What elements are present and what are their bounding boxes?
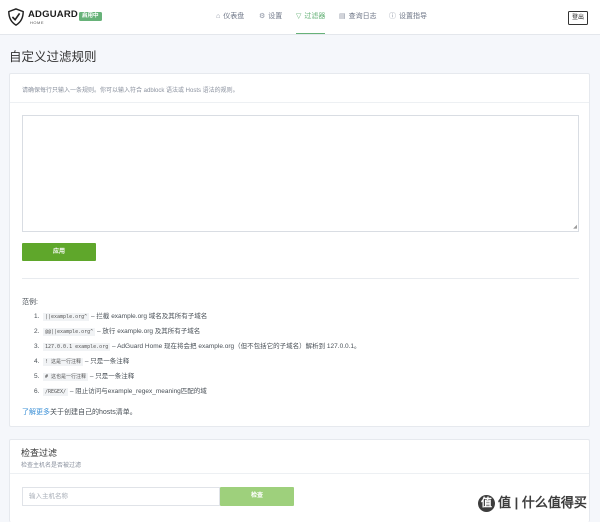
example-text: – AdGuard Home 现在将会把 example.org（但不包括它的子… [110,343,361,350]
example-number: 3. [34,343,40,350]
example-text: – 拦截 example.org 域名及其所有子域名 [89,313,208,320]
example-text: – 只是一条注释 [83,358,130,365]
nav-filters[interactable]: ▽ 过滤器 [296,0,326,34]
hostname-input[interactable]: 输入主机名称 [22,487,220,506]
example-item: 6./REGEX/ – 阻止访问与example_regex_meaning匹配… [34,388,207,396]
example-code: ||example.org^ [43,313,90,321]
example-code: ! 这是一行注释 [43,358,84,366]
example-item: 3. 127.0.0.1 example.org – AdGuard Home 现… [34,343,361,351]
check-button[interactable]: 检查 [220,487,294,506]
nav-setup-guide[interactable]: ⓘ 设置指导 [389,0,427,34]
example-text: – 阻止访问与example_regex_meaning匹配的域 [68,388,207,395]
nav-query-log[interactable]: ▤ 查询日志 [339,0,377,34]
learn-more-link[interactable]: 了解更多 [22,409,50,416]
example-item: 4.! 这是一行注释 – 只是一条注释 [34,358,129,366]
home-icon: ⌂ [216,13,221,20]
learn-more-line: 了解更多关于创建自己的hosts清单。 [22,407,137,417]
example-number: 5. [34,373,40,380]
check-card-subtitle: 检查主机名是否被过滤 [21,463,82,469]
status-badge: 启用中 [79,12,102,21]
adguard-shield-icon [8,8,24,26]
brand-subtitle: HOME [30,20,44,25]
watermark-text: 值 | 什么值得买 [498,495,587,510]
nav-settings-label: 设置 [268,13,283,20]
brand-name: ADGUARD [28,9,78,20]
nav-query-log-label: 查询日志 [348,13,377,20]
example-text: – 只是一条注释 [88,373,135,380]
rules-description: 请确保每行只输入一条规则。你可以输入符合 adblock 语法或 Hosts 语… [22,88,239,94]
example-item: 2. @@||example.org^ – 放行 example.org 及其所有… [34,328,200,336]
nav-dashboard-label: 仪表盘 [223,13,245,20]
custom-rules-card: 请确保每行只输入一条规则。你可以输入符合 adblock 语法或 Hosts 语… [9,73,590,427]
nav-dashboard[interactable]: ⌂ 仪表盘 [216,0,244,34]
example-item: 5. # 这也是一行注释 – 只是一条注释 [34,373,134,381]
page-title: 自定义过滤规则 [9,50,97,64]
example-number: 4. [34,358,40,365]
example-code: 127.0.0.1 example.org [43,343,111,351]
logout-button[interactable]: 登出 [568,11,589,25]
example-code: @@||example.org^ [43,328,96,336]
log-icon: ▤ [339,13,346,20]
top-bar: ADGUARD HOME 启用中 ⌂ 仪表盘 ⚙ 设置 ▽ 过滤器 ▤ 查询日志 ⓘ 设置… [0,0,600,35]
help-icon: ⓘ [389,13,396,20]
example-text: – 放行 example.org 及其所有子域名 [95,328,201,335]
example-number: 2. [34,328,40,335]
rules-textarea[interactable]: ◢ [22,115,579,232]
examples-label: 范例: [22,299,38,306]
smzdm-watermark: 值值 | 什么值得买 [478,492,587,513]
divider [10,473,589,474]
smzdm-logo-icon: 值 [478,495,495,513]
gear-icon: ⚙ [259,13,266,20]
check-card-title: 检查过滤 [21,448,58,458]
apply-button[interactable]: 应用 [22,243,96,261]
divider [22,278,579,279]
nav-setup-guide-label: 设置指导 [399,13,427,20]
example-number: 6. [34,388,40,395]
example-code: # 这也是一行注释 [43,373,89,381]
filter-icon: ▽ [296,13,302,20]
nav-filters-label: 过滤器 [304,13,326,20]
example-code: /REGEX/ [43,388,69,396]
divider [10,102,589,103]
nav-settings[interactable]: ⚙ 设置 [259,0,282,34]
example-item: 1. ||example.org^ – 拦截 example.org 域名及其所有… [34,313,207,321]
example-number: 1. [34,313,40,320]
learn-more-text: 关于创建自己的hosts清单。 [50,409,137,416]
resize-handle-icon[interactable]: ◢ [573,225,577,230]
